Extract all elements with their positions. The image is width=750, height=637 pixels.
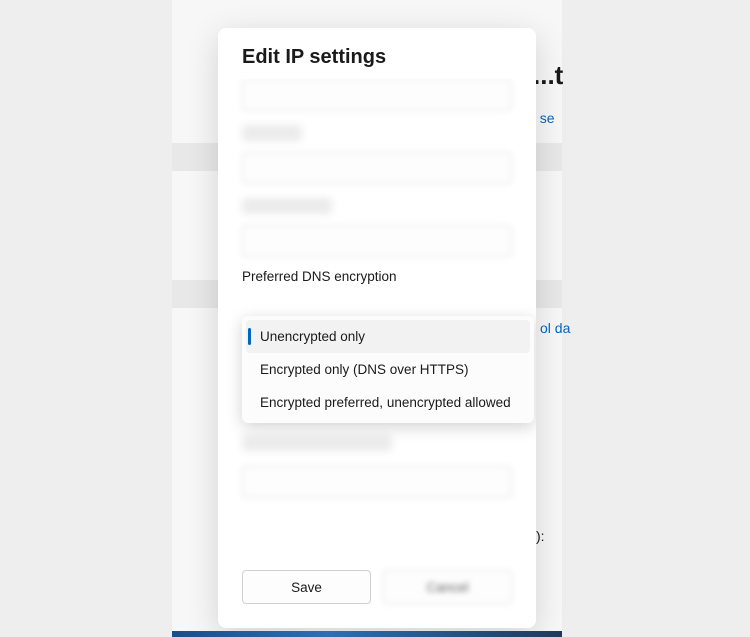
obscured-label: [242, 435, 392, 451]
cancel-button[interactable]: Cancel: [383, 570, 512, 604]
save-button[interactable]: Save: [242, 570, 371, 604]
obscured-label: [242, 198, 332, 214]
edit-ip-settings-dialog: Edit IP settings Preferred DNS encryptio…: [218, 28, 536, 628]
background-link-fragment: ol da: [540, 320, 570, 336]
obscured-input[interactable]: [242, 79, 512, 111]
obscured-field: [242, 125, 512, 184]
preferred-dns-encryption-label: Preferred DNS encryption: [242, 269, 512, 284]
dialog-footer: Save Cancel: [218, 558, 536, 616]
obscured-input[interactable]: [242, 466, 512, 498]
obscured-section: [242, 435, 512, 498]
dialog-title: Edit IP settings: [218, 28, 536, 79]
obscured-label: [242, 125, 302, 141]
dialog-body: Preferred DNS encryption Unencrypted onl…: [218, 79, 536, 569]
background-text-fragment: ):: [536, 528, 545, 544]
background-heading: ...t: [533, 60, 563, 91]
dropdown-option-unencrypted-only[interactable]: Unencrypted only: [246, 320, 530, 353]
obscured-input[interactable]: [242, 225, 512, 257]
obscured-field: [242, 79, 512, 111]
dropdown-option-encrypted-preferred[interactable]: Encrypted preferred, unencrypted allowed: [246, 386, 530, 419]
obscured-input[interactable]: [242, 152, 512, 184]
taskbar-strip: [172, 631, 562, 637]
obscured-field: [242, 198, 512, 257]
dns-encryption-dropdown[interactable]: Unencrypted only Encrypted only (DNS ove…: [242, 316, 534, 423]
dropdown-option-encrypted-only[interactable]: Encrypted only (DNS over HTTPS): [246, 353, 530, 386]
